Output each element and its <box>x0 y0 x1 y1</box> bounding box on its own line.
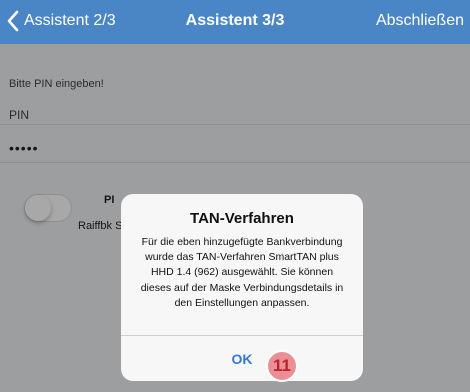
alert-title: TAN-Verfahren <box>190 210 294 227</box>
ok-button[interactable]: OK <box>121 336 363 381</box>
alert-dialog: TAN-Verfahren Für die eben hinzugefügte … <box>121 194 363 381</box>
alert-message: Für die eben hinzugefügte Bankverbindung… <box>140 236 344 309</box>
finish-button[interactable]: Abschließen <box>376 12 464 30</box>
nav-bar: Assistent 2/3 Assistent 3/3 Abschließen <box>0 0 470 44</box>
step-number-badge: 11 <box>266 350 298 382</box>
